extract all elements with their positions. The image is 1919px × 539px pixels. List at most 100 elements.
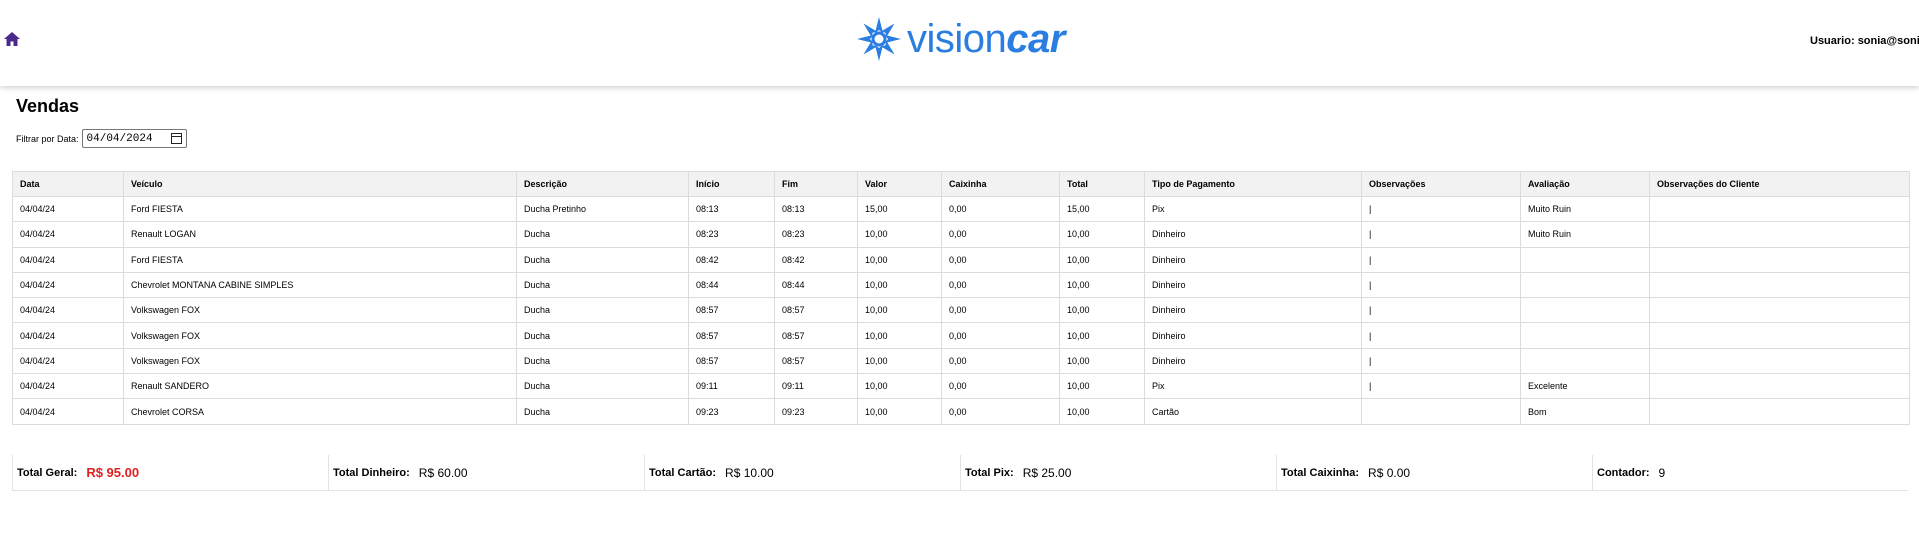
table-cell: | — [1361, 373, 1521, 400]
table-cell: Ducha — [516, 221, 689, 248]
date-filter-input[interactable]: 04/04/2024 — [81, 129, 187, 148]
table-cell: 0,00 — [941, 398, 1060, 425]
table-cell: 10,00 — [1059, 398, 1145, 425]
column-header: Tipo de Pagamento — [1144, 171, 1362, 197]
date-filter-label: Filtrar por Data: — [16, 133, 79, 144]
table-cell: 08:57 — [774, 322, 858, 349]
table-cell: 10,00 — [857, 322, 942, 349]
table-cell: Chevrolet CORSA — [123, 398, 517, 425]
table-cell: 0,00 — [941, 246, 1060, 273]
sales-table: Data Veículo Descrição Início Fim Valor … — [12, 171, 1910, 425]
table-cell: | — [1361, 347, 1521, 375]
total-label: Total Pix: — [965, 466, 1014, 479]
table-cell: Bom — [1520, 398, 1650, 425]
total-label: Total Geral: — [17, 466, 78, 479]
table-cell: Renault LOGAN — [123, 221, 517, 248]
table-cell: 10,00 — [1059, 246, 1145, 273]
table-cell: 08:42 — [688, 246, 775, 273]
logo-text-bold: car — [1006, 17, 1065, 61]
total-item: Total Caixinha: R$ 0.00 — [1276, 455, 1592, 491]
table-cell: Ducha — [516, 347, 689, 375]
home-icon[interactable] — [3, 30, 21, 48]
table-cell: 10,00 — [1059, 322, 1145, 349]
table-cell: 0,00 — [941, 373, 1060, 400]
total-label: Contador: — [1597, 466, 1650, 479]
calendar-icon[interactable] — [170, 133, 182, 144]
table-cell: 09:23 — [688, 398, 775, 425]
column-header: Veículo — [123, 171, 517, 197]
table-cell: Ford FIESTA — [123, 246, 517, 273]
table-cell: 15,00 — [1059, 195, 1145, 223]
table-cell: 0,00 — [941, 221, 1060, 248]
table-cell — [1649, 246, 1910, 273]
table-cell: 10,00 — [857, 271, 942, 299]
table-cell: Volkswagen FOX — [123, 322, 517, 349]
table-cell: 10,00 — [857, 347, 942, 375]
table-cell: Dinheiro — [1144, 297, 1362, 324]
table-cell: Ducha — [516, 246, 689, 273]
table-cell: 04/04/24 — [12, 195, 124, 223]
table-cell: 0,00 — [941, 195, 1060, 223]
table-row: 04/04/24 Volkswagen FOX Ducha 08:57 08:57 10,… — [12, 347, 1910, 375]
table-cell: 0,00 — [941, 322, 1060, 349]
table-cell: Pix — [1144, 373, 1362, 400]
table-cell: Ford FIESTA — [123, 195, 517, 223]
top-navbar: visioncar Usuario: sonia@sonia — [0, 0, 1919, 86]
table-cell — [1520, 297, 1650, 324]
table-cell: 08:44 — [774, 271, 858, 299]
table-cell: 10,00 — [1059, 297, 1145, 324]
table-cell: Dinheiro — [1144, 322, 1362, 349]
table-cell: | — [1361, 322, 1521, 349]
table-cell: 08:13 — [774, 195, 858, 223]
table-cell: 04/04/24 — [12, 297, 124, 324]
table-cell: 10,00 — [1059, 373, 1145, 400]
user-info: Usuario: sonia@sonia — [1810, 35, 1919, 47]
table-row: 04/04/24 Volkswagen FOX Ducha 08:57 08:57 10,… — [12, 297, 1910, 324]
table-cell: 10,00 — [857, 373, 942, 400]
table-cell: Dinheiro — [1144, 347, 1362, 375]
table-cell: Dinheiro — [1144, 246, 1362, 273]
date-filter: Filtrar por Data: 04/04/2024 — [16, 129, 187, 148]
table-cell — [1520, 246, 1650, 273]
table-cell: Ducha Pretinho — [516, 195, 689, 223]
column-header: Total — [1059, 171, 1145, 197]
table-cell: Excelente — [1520, 373, 1650, 400]
logo-text: visioncar — [907, 19, 1065, 59]
table-row: 04/04/24 Ford FIESTA Ducha 08:42 08:42 10,00 0… — [12, 246, 1910, 273]
table-row: 04/04/24 Renault LOGAN Ducha 08:23 08:23 10,0… — [12, 221, 1910, 248]
table-cell: Volkswagen FOX — [123, 297, 517, 324]
column-header: Avaliação — [1520, 171, 1650, 197]
total-item: Contador: 9 — [1592, 455, 1908, 491]
date-filter-value: 04/04/2024 — [86, 132, 153, 145]
table-cell: | — [1361, 195, 1521, 223]
total-value: R$ 95.00 — [86, 465, 140, 480]
table-cell: Dinheiro — [1144, 271, 1362, 299]
table-cell: | — [1361, 221, 1521, 248]
table-cell — [1649, 373, 1910, 400]
total-item: Total Pix: R$ 25.00 — [960, 455, 1276, 491]
column-header: Observações do Cliente — [1649, 171, 1910, 197]
table-cell: 10,00 — [1059, 347, 1145, 375]
table-cell: 08:42 — [774, 246, 858, 273]
table-cell: 04/04/24 — [12, 322, 124, 349]
table-cell — [1649, 221, 1910, 248]
table-cell — [1649, 297, 1910, 324]
total-value: R$ 25.00 — [1022, 465, 1072, 480]
table-cell: Pix — [1144, 195, 1362, 223]
table-cell: Ducha — [516, 271, 689, 299]
table-cell — [1361, 398, 1521, 425]
column-header: Observações — [1361, 171, 1521, 197]
column-header: Data — [12, 171, 124, 197]
table-cell: Renault SANDERO — [123, 373, 517, 400]
total-label: Total Caixinha: — [1281, 466, 1360, 479]
table-cell: Ducha — [516, 322, 689, 349]
table-cell — [1520, 271, 1650, 299]
table-cell: | — [1361, 246, 1521, 273]
table-cell: Ducha — [516, 373, 689, 400]
table-cell: 10,00 — [857, 297, 942, 324]
table-cell: 0,00 — [941, 347, 1060, 375]
table-cell — [1649, 347, 1910, 375]
table-cell: 04/04/24 — [12, 221, 124, 248]
table-cell: 08:23 — [688, 221, 775, 248]
user-label: Usuario: — [1810, 35, 1855, 47]
